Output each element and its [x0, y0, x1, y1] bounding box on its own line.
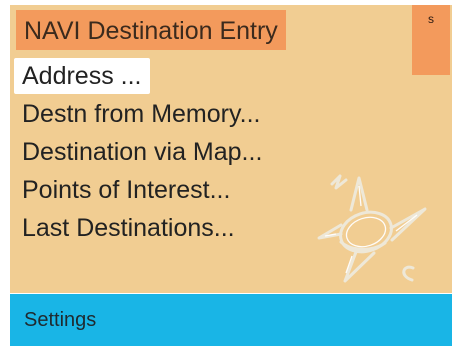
navigation-screen: NAVI Destination Entry s Address ... Des…: [0, 0, 452, 348]
menu-item-points-of-interest[interactable]: Points of Interest...: [14, 172, 238, 208]
menu-item-destination-via-map[interactable]: Destination via Map...: [14, 134, 270, 170]
menu-item-last-destinations[interactable]: Last Destinations...: [14, 210, 243, 246]
settings-label: Settings: [24, 309, 97, 331]
settings-button[interactable]: Settings: [10, 294, 452, 346]
menu-item-address[interactable]: Address ...: [14, 58, 150, 94]
status-indicator-label: s: [428, 12, 434, 26]
status-indicator: s: [412, 5, 450, 75]
compass-watermark-icon: [317, 174, 427, 283]
screen-title: NAVI Destination Entry: [16, 10, 286, 50]
menu-item-destination-from-memory[interactable]: Destn from Memory...: [14, 96, 268, 132]
